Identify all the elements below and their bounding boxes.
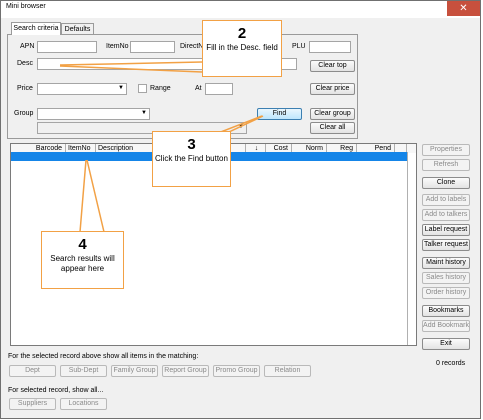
callout-step-2-text: Fill in the Desc. field [206, 43, 278, 52]
callout-step-4-text: Search results will appear here [50, 254, 115, 273]
callout-step-4: 4 Search results will appear here [41, 231, 124, 289]
tab-search-criteria[interactable]: Search criteria [11, 22, 61, 35]
callout-step-2-number: 2 [237, 25, 247, 42]
callout-step-4-number: 4 [78, 236, 87, 253]
callout-step-3-text: Click the Find button [155, 154, 228, 163]
callout-step-3: 3 Click the Find button [152, 131, 231, 187]
callout-step-2: 2 Fill in the Desc. field [202, 20, 282, 77]
callout-step-3-number: 3 [187, 136, 196, 153]
